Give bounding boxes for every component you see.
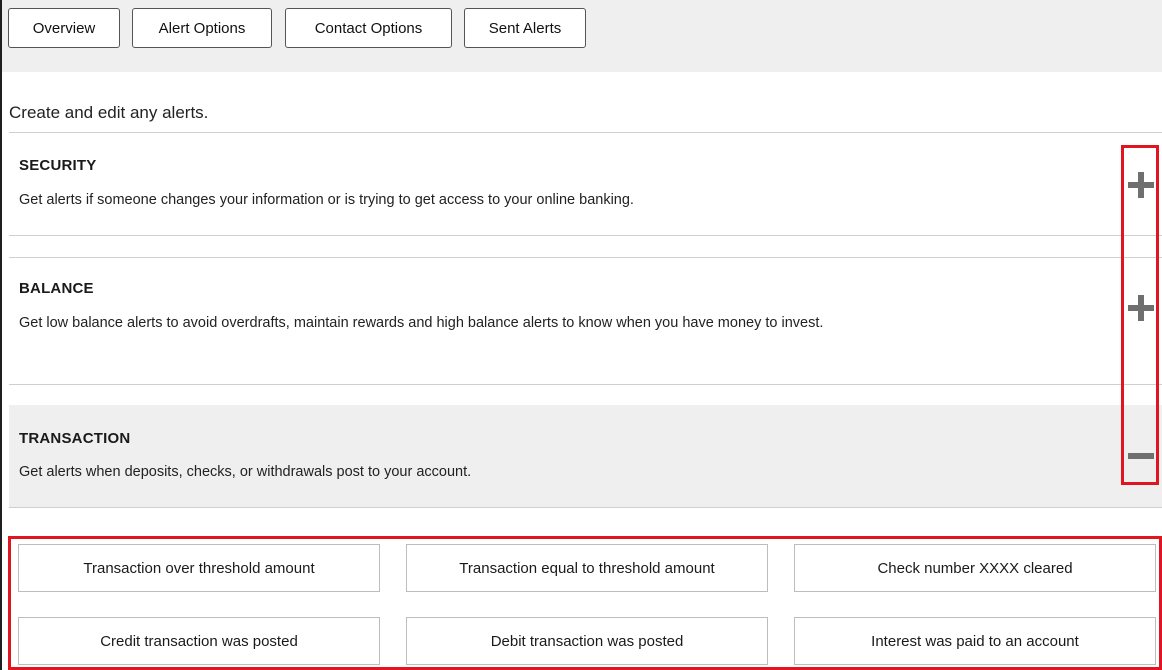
section-description: Get low balance alerts to avoid overdraf…: [19, 315, 824, 331]
tab-contact-options[interactable]: Contact Options: [285, 8, 452, 48]
section-title: SECURITY: [19, 157, 97, 174]
divider: [9, 235, 1162, 236]
tab-bar: Overview Alert Options Contact Options S…: [2, 0, 1162, 72]
option-check-number-cleared[interactable]: Check number XXXX cleared: [794, 544, 1156, 592]
option-interest-paid[interactable]: Interest was paid to an account: [794, 617, 1156, 665]
section-description: Get alerts if someone changes your infor…: [19, 192, 634, 208]
alert-section-security: SECURITY Get alerts if someone changes y…: [9, 133, 1162, 235]
window-left-edge: [0, 0, 2, 670]
divider: [9, 384, 1162, 385]
section-title: BALANCE: [19, 280, 94, 297]
tab-overview[interactable]: Overview: [8, 8, 120, 48]
plus-icon[interactable]: [1128, 295, 1154, 321]
minus-icon[interactable]: [1128, 443, 1154, 469]
option-credit-transaction-posted[interactable]: Credit transaction was posted: [18, 617, 380, 665]
tab-sent-alerts[interactable]: Sent Alerts: [464, 8, 586, 48]
option-transaction-over-threshold[interactable]: Transaction over threshold amount: [18, 544, 380, 592]
divider: [9, 507, 1162, 508]
tab-alert-options[interactable]: Alert Options: [132, 8, 272, 48]
section-title: TRANSACTION: [19, 430, 131, 447]
section-description: Get alerts when deposits, checks, or wit…: [19, 464, 472, 480]
option-transaction-equal-threshold[interactable]: Transaction equal to threshold amount: [406, 544, 768, 592]
option-debit-transaction-posted[interactable]: Debit transaction was posted: [406, 617, 768, 665]
plus-icon[interactable]: [1128, 172, 1154, 198]
alert-section-transaction: TRANSACTION Get alerts when deposits, ch…: [9, 405, 1162, 507]
alert-section-balance: BALANCE Get low balance alerts to avoid …: [9, 258, 1162, 384]
page-intro: Create and edit any alerts.: [9, 103, 209, 122]
